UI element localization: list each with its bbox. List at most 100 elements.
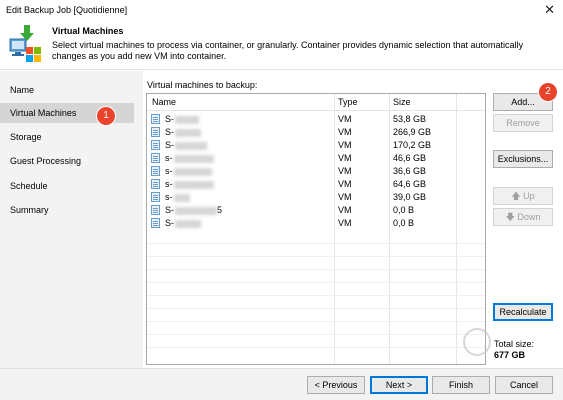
arrow-up-icon: 🡅 — [511, 191, 521, 201]
header-title: Virtual Machines — [52, 26, 124, 36]
total-size-value: 677 GB — [494, 350, 526, 360]
row-divider — [147, 269, 485, 270]
vm-type: VM — [338, 127, 352, 137]
vm-icon — [151, 127, 160, 137]
vm-name: S- — [165, 140, 174, 150]
vm-list-grid[interactable]: Name Type Size S- VM 53,8 GB S- VM 266,9… — [146, 93, 486, 365]
wizard-footer: < Previous Next > Finish Cancel — [0, 368, 563, 400]
table-row[interactable]: s- VM 36,6 GB — [147, 165, 485, 178]
recalculate-button[interactable]: Recalculate — [493, 303, 553, 321]
redacted-name — [175, 128, 201, 137]
table-row[interactable]: s- VM 46,6 GB — [147, 152, 485, 165]
up-label: Up — [523, 191, 535, 201]
header-description: Select virtual machines to process via c… — [52, 40, 524, 61]
row-divider — [147, 308, 485, 309]
vm-type: VM — [338, 140, 352, 150]
sidebar-item-schedule[interactable]: Schedule — [0, 176, 134, 196]
vm-size: 36,6 GB — [393, 166, 427, 176]
vm-name: S- — [165, 114, 174, 124]
finish-button[interactable]: Finish — [432, 376, 490, 394]
wizard-steps-sidebar: Name Virtual Machines Storage Guest Proc… — [0, 71, 143, 368]
grid-label: Virtual machines to backup: — [147, 80, 258, 90]
vm-type: VM — [338, 166, 352, 176]
row-divider — [147, 282, 485, 283]
vm-name: s- — [165, 166, 173, 176]
vm-size: 39,0 GB — [393, 192, 427, 202]
vm-icon — [151, 205, 160, 215]
vm-type: VM — [338, 153, 352, 163]
vm-name: S- — [165, 218, 174, 228]
vm-name: S- — [165, 205, 174, 215]
grid-header: Name Type Size — [147, 94, 485, 111]
redacted-name — [175, 206, 217, 215]
virtual-machines-icon — [9, 25, 41, 62]
vm-type: VM — [338, 192, 352, 202]
vm-name: s- — [165, 179, 173, 189]
watermark-logo — [463, 328, 491, 356]
vm-icon — [151, 218, 160, 228]
vm-type: VM — [338, 205, 352, 215]
column-header-size[interactable]: Size — [393, 97, 411, 107]
total-size-label: Total size: — [494, 339, 535, 349]
redacted-name — [173, 180, 214, 189]
vm-size: 266,9 GB — [393, 127, 432, 137]
cancel-button[interactable]: Cancel — [495, 376, 553, 394]
redacted-name — [173, 193, 190, 202]
table-row[interactable]: S- VM 0,0 B — [147, 217, 485, 230]
table-row[interactable]: S- VM 170,2 GB — [147, 139, 485, 152]
vm-size: 46,6 GB — [393, 153, 427, 163]
vm-icon — [151, 166, 160, 176]
redacted-name — [175, 115, 199, 124]
window-title: Edit Backup Job [Quotidienne] — [6, 5, 128, 15]
down-button[interactable]: 🡇 Down — [493, 208, 553, 226]
row-divider — [147, 256, 485, 257]
sidebar-item-storage[interactable]: Storage — [0, 127, 134, 147]
vm-size: 64,6 GB — [393, 179, 427, 189]
vm-type: VM — [338, 114, 352, 124]
vm-icon — [151, 192, 160, 202]
step-badge-1: 1 — [97, 107, 115, 125]
row-divider — [147, 321, 485, 322]
wizard-header: Virtual Machines Select virtual machines… — [0, 20, 563, 70]
up-button[interactable]: 🡅 Up — [493, 187, 553, 205]
down-label: Down — [517, 212, 541, 222]
column-header-type[interactable]: Type — [338, 97, 358, 107]
close-icon[interactable]: ✕ — [544, 2, 555, 18]
title-bar: Edit Backup Job [Quotidienne] ✕ — [0, 0, 563, 20]
vm-icon — [151, 114, 160, 124]
vm-size: 53,8 GB — [393, 114, 427, 124]
redacted-name — [173, 154, 214, 163]
next-button[interactable]: Next > — [370, 376, 428, 394]
table-row[interactable]: s- VM 64,6 GB — [147, 178, 485, 191]
table-row[interactable]: S- 5 VM 0,0 B — [147, 204, 485, 217]
sidebar-item-summary[interactable]: Summary — [0, 200, 134, 220]
vm-name: s- — [165, 192, 173, 202]
remove-button[interactable]: Remove — [493, 114, 553, 132]
arrow-down-icon: 🡇 — [505, 212, 515, 222]
vm-size: 170,2 GB — [393, 140, 432, 150]
vm-icon — [151, 140, 160, 150]
table-row[interactable]: S- VM 266,9 GB — [147, 126, 485, 139]
vm-name: s- — [165, 153, 173, 163]
previous-button[interactable]: < Previous — [307, 376, 365, 394]
vm-size: 0,0 B — [393, 218, 415, 228]
table-row[interactable]: S- VM 53,8 GB — [147, 113, 485, 126]
vm-name-suffix: 5 — [217, 205, 223, 215]
vm-type: VM — [338, 179, 352, 189]
redacted-name — [173, 167, 212, 176]
exclusions-button[interactable]: Exclusions... — [493, 150, 553, 168]
row-divider — [147, 243, 485, 244]
step-badge-2: 2 — [539, 83, 557, 101]
row-divider — [147, 347, 485, 348]
sidebar-item-name[interactable]: Name — [0, 80, 134, 100]
vm-size: 0,0 B — [393, 205, 415, 215]
row-divider — [147, 295, 485, 296]
column-header-name[interactable]: Name — [152, 97, 176, 107]
redacted-name — [175, 219, 201, 228]
sidebar-item-guest-processing[interactable]: Guest Processing — [0, 151, 134, 171]
vm-icon — [151, 179, 160, 189]
vm-type: VM — [338, 218, 352, 228]
row-divider — [147, 334, 485, 335]
table-row[interactable]: s- VM 39,0 GB — [147, 191, 485, 204]
redacted-name — [175, 141, 207, 150]
